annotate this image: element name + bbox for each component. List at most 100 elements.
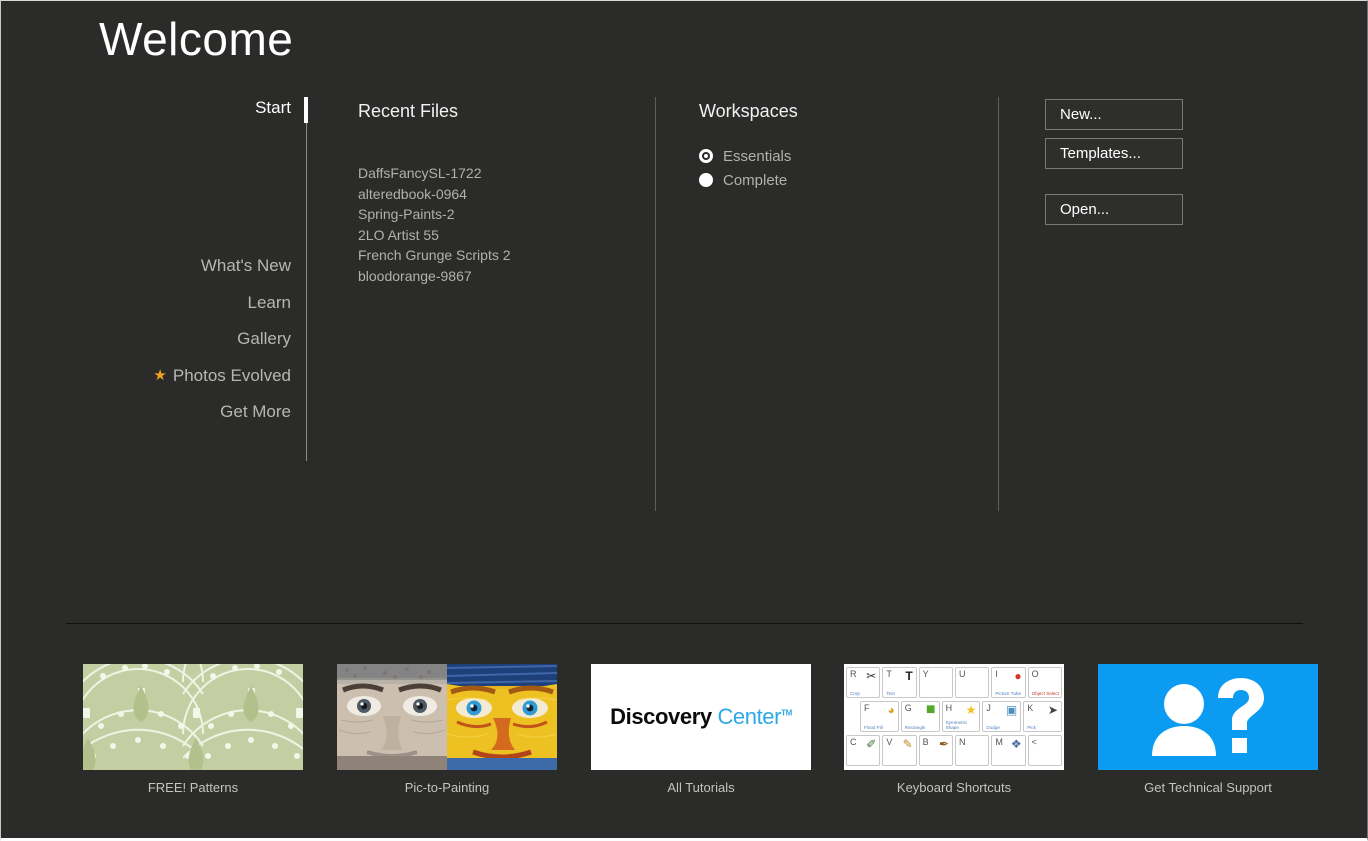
key-letter: R: [850, 669, 857, 679]
sidebar-item-label: Start: [255, 98, 291, 117]
paint-icon: ✒: [938, 737, 949, 751]
key-h: H ★ Symmetric Shape: [941, 701, 981, 732]
key-letter: C: [850, 737, 857, 747]
symmetric-shape-icon: ★: [965, 703, 977, 717]
sidebar-item-label: Gallery: [237, 329, 291, 348]
support-artwork: [1098, 664, 1318, 770]
key-letter: N: [958, 737, 966, 747]
recent-file-item[interactable]: French Grunge Scripts 2: [358, 245, 628, 266]
tile-thumbnail[interactable]: [1098, 664, 1318, 770]
tile-caption: Get Technical Support: [1144, 780, 1272, 795]
tile-get-technical-support[interactable]: Get Technical Support: [1098, 664, 1318, 795]
picture-tube-icon: ●: [1014, 669, 1022, 683]
keyboard-row: C ✐ V ✎ B ✒ N M ❖ <: [846, 735, 1062, 766]
key-j: J ▣ Dodge: [982, 701, 1022, 732]
key-g: G ■ Rectangle: [900, 701, 940, 732]
tile-thumbnail[interactable]: Discovery CenterTM: [591, 664, 811, 770]
key-tool-name: Text: [886, 691, 895, 696]
portrait-before: [337, 664, 447, 770]
sidebar-item-get-more[interactable]: Get More: [220, 401, 291, 423]
key-t: T T Text: [882, 667, 917, 698]
key-c: C ✐: [846, 735, 881, 766]
key-b: B ✒: [918, 735, 953, 766]
templates-button[interactable]: Templates...: [1045, 138, 1183, 169]
tile-caption: Keyboard Shortcuts: [896, 780, 1012, 795]
key-tool-name: Object Select: [1031, 691, 1059, 696]
key-f: F ◕ Flood Fill: [860, 701, 899, 732]
star-icon: ★: [153, 367, 167, 384]
new-button[interactable]: New...: [1045, 99, 1183, 130]
tile-caption: Pic-to-Painting: [404, 780, 490, 795]
tool-icon: ✐: [866, 737, 877, 751]
recent-file-item[interactable]: DaffsFancySL-1722: [358, 163, 628, 184]
sidebar-item-label: What's New: [200, 256, 291, 275]
key-letter: T: [886, 669, 892, 679]
mesh-icon: ❖: [1010, 737, 1022, 751]
pick-icon: ➤: [1047, 703, 1058, 717]
keyboard-row: R ✂ Crop T T Text Y U I ● Picture Tube O…: [846, 667, 1062, 698]
logo-secondary-text: Center: [717, 704, 782, 729]
sidebar-item-gallery[interactable]: Gallery: [237, 328, 291, 350]
key-i: I ● Picture Tube: [991, 667, 1026, 698]
key-letter: J: [986, 703, 991, 713]
active-item-marker: [304, 97, 308, 123]
key-k: K ➤ Pick: [1023, 701, 1062, 732]
key-letter: M: [995, 737, 1003, 747]
person-question-icon: [1152, 678, 1264, 756]
sidebar-item-start[interactable]: Start: [255, 97, 291, 119]
key-tool-name: Symmetric Shape: [945, 720, 968, 730]
column-divider-actions: [998, 97, 999, 511]
sidebar-item-label: Get More: [220, 402, 291, 421]
tile-free-patterns[interactable]: FREE! Patterns: [83, 664, 303, 795]
key-letter: H: [945, 703, 953, 713]
key-letter: V: [886, 737, 893, 747]
trademark-mark: TM: [781, 708, 792, 718]
discovery-center-logo: Discovery CenterTM: [591, 664, 811, 770]
brush-icon: ✎: [902, 737, 913, 751]
open-button[interactable]: Open...: [1045, 194, 1183, 225]
recent-files-heading: Recent Files: [358, 101, 459, 121]
radio-selected-icon[interactable]: [699, 149, 713, 163]
tile-thumbnail[interactable]: R ✂ Crop T T Text Y U I ● Picture Tube O…: [844, 664, 1064, 770]
key-u: U: [954, 667, 990, 698]
workspace-option-label: Essentials: [723, 147, 792, 165]
tile-thumbnail[interactable]: [83, 664, 303, 770]
radio-unselected-icon[interactable]: [699, 173, 713, 187]
text-icon: T: [905, 669, 913, 683]
page-title: Welcome: [99, 13, 294, 65]
sidebar-item-whats-new[interactable]: What's New: [201, 255, 291, 277]
sidebar-item-learn[interactable]: Learn: [248, 292, 291, 314]
keyboard-chart-artwork: R ✂ Crop T T Text Y U I ● Picture Tube O…: [844, 664, 1064, 770]
recent-file-item[interactable]: bloodorange-9867: [358, 266, 628, 287]
key-letter: U: [958, 669, 966, 679]
key-tool-name: Picture Tube: [995, 691, 1022, 696]
tile-caption: All Tutorials: [667, 780, 735, 795]
key-tool-name: Dodge: [986, 725, 1000, 730]
welcome-screen: Welcome Start What's New Learn Gallery ★…: [0, 0, 1368, 841]
tile-caption: FREE! Patterns: [147, 780, 239, 795]
tile-thumbnail[interactable]: [337, 664, 557, 770]
section-divider: [66, 623, 1303, 624]
workspace-option-essentials[interactable]: Essentials: [699, 144, 791, 168]
key-letter: B: [922, 737, 929, 747]
tile-pic-to-painting[interactable]: Pic-to-Painting: [337, 664, 557, 795]
key-letter: F: [864, 703, 870, 713]
key-tool-name: Pick: [1027, 725, 1036, 730]
sidebar-divider: [306, 99, 307, 461]
key-letter: K: [1027, 703, 1034, 713]
crop-icon: ✂: [866, 669, 877, 683]
key-y: Y: [918, 667, 953, 698]
tile-keyboard-shortcuts[interactable]: R ✂ Crop T T Text Y U I ● Picture Tube O…: [844, 664, 1064, 795]
sidebar-item-photos-evolved[interactable]: ★ Photos Evolved: [153, 365, 291, 388]
key-v: V ✎: [882, 735, 917, 766]
key-n: N: [954, 735, 990, 766]
sidebar-item-label: Learn: [247, 293, 291, 312]
key-letter: <: [1031, 737, 1037, 747]
workspace-option-complete[interactable]: Complete: [699, 168, 791, 192]
tile-all-tutorials[interactable]: Discovery CenterTM All Tutorials: [591, 664, 811, 795]
recent-file-item[interactable]: alteredbook-0964: [358, 184, 628, 205]
sidebar-item-label: Photos Evolved: [172, 366, 291, 385]
recent-file-item[interactable]: 2LO Artist 55: [358, 225, 628, 246]
recent-file-item[interactable]: Spring-Paints-2: [358, 204, 628, 225]
column-divider-recent: [655, 97, 656, 511]
